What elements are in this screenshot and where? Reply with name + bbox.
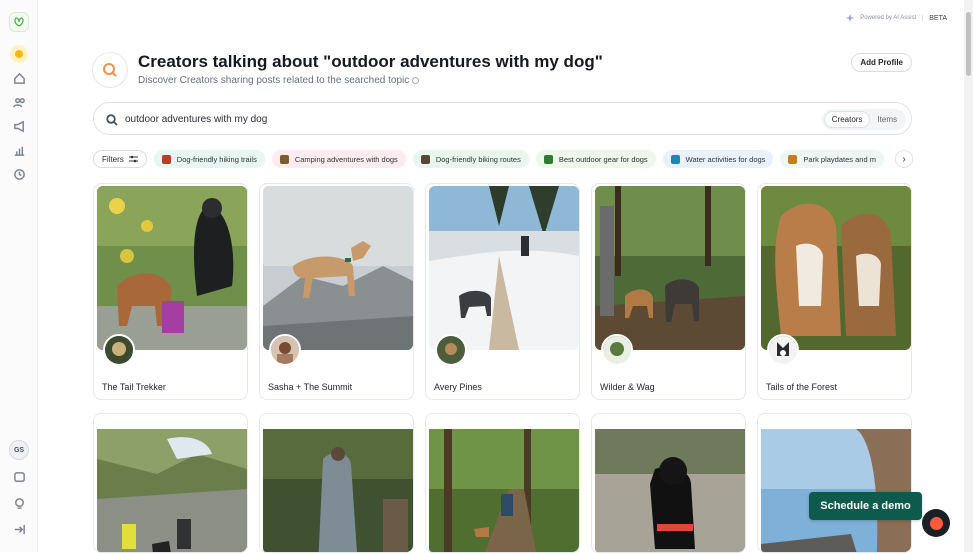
search-icon (106, 113, 118, 126)
creator-photo (263, 416, 413, 552)
chevron-right-icon[interactable]: › (895, 150, 913, 168)
powered-by-text: Powered by AI Assist (860, 15, 917, 21)
chat-icon[interactable] (9, 467, 29, 487)
creator-avatar (103, 334, 135, 366)
chip-water[interactable]: Water activities for dogs (662, 150, 774, 168)
creator-photo (97, 416, 247, 552)
chip-biking[interactable]: Dog-friendly biking routes (412, 150, 529, 168)
creator-photo (595, 186, 745, 350)
creator-photo (761, 186, 911, 350)
chip-label: Dog-friendly biking routes (435, 154, 521, 164)
creator-card[interactable] (259, 413, 414, 553)
chip-label: Dog-friendly hiking trails (176, 154, 257, 164)
creator-name[interactable]: Avery Pines (434, 382, 482, 392)
chip-label: Water activities for dogs (685, 154, 766, 164)
schedule-demo-button[interactable]: Schedule a demo (809, 492, 922, 520)
creator-photo (429, 186, 579, 350)
creator-photo (761, 416, 911, 552)
creator-name[interactable]: The Tail Trekker (102, 382, 166, 392)
creator-avatar (435, 334, 467, 366)
chip-label: Best outdoor gear for dogs (558, 154, 648, 164)
ai-assist-banner: Powered by AI Assist BETA (846, 14, 947, 22)
subtitle-text: Discover Creators sharing posts related … (138, 75, 410, 86)
creator-card[interactable] (591, 413, 746, 553)
chip-camping[interactable]: Camping adventures with dogs (271, 150, 406, 168)
view-toggle: Creators Items (821, 109, 906, 130)
search-topic-icon (92, 52, 128, 88)
creator-photo (263, 186, 413, 350)
sparkle-icon (846, 14, 855, 22)
user-avatar[interactable]: GS (9, 440, 29, 460)
creator-photo (429, 416, 579, 552)
chip-park-playdates[interactable]: Park playdates and m (780, 150, 884, 168)
scrollbar-thumb[interactable] (966, 12, 971, 76)
tent-icon (279, 154, 289, 164)
megaphone-icon[interactable] (9, 116, 29, 136)
chat-launcher-icon[interactable] (922, 509, 950, 537)
creator-photo (97, 186, 247, 350)
search-bar[interactable]: outdoor adventures with my dog Creators … (93, 102, 912, 135)
creator-name[interactable]: Wilder & Wag (600, 382, 655, 392)
beta-badge: BETA (922, 14, 947, 22)
tab-items[interactable]: Items (870, 112, 904, 127)
bike-icon (420, 154, 430, 164)
creator-card[interactable]: The Tail Trekker (93, 183, 248, 400)
chip-gear[interactable]: Best outdoor gear for dogs (535, 150, 656, 168)
creator-card[interactable]: Tails of the Forest (757, 183, 912, 400)
collapse-icon[interactable] (9, 519, 29, 539)
creator-card[interactable]: Sasha + The Summit (259, 183, 414, 400)
add-profile-button[interactable]: Add Profile (851, 53, 912, 72)
wave-icon (670, 154, 680, 164)
info-icon[interactable] (412, 76, 420, 84)
users-icon[interactable] (9, 92, 29, 112)
page-subtitle: Discover Creators sharing posts related … (138, 75, 420, 86)
sidebar: GS (0, 0, 38, 552)
filters-label: Filters (102, 154, 124, 164)
creator-card[interactable] (93, 413, 248, 553)
search-input[interactable]: outdoor adventures with my dog (125, 114, 267, 125)
filters-button[interactable]: Filters (93, 150, 147, 168)
home-icon[interactable] (9, 68, 29, 88)
tab-creators[interactable]: Creators (823, 111, 871, 128)
sun-icon[interactable] (10, 45, 28, 63)
chip-hiking-trails[interactable]: Dog-friendly hiking trails (153, 150, 265, 168)
creator-card[interactable] (425, 413, 580, 553)
creator-avatar (601, 334, 633, 366)
sliders-icon (128, 155, 138, 163)
tree-icon (543, 154, 553, 164)
creator-card[interactable] (757, 413, 912, 553)
chip-label: Camping adventures with dogs (294, 154, 398, 164)
topic-chips: Filters Dog-friendly hiking trails Campi… (93, 150, 913, 168)
creator-card[interactable]: Avery Pines (425, 183, 580, 400)
creator-avatar (269, 334, 301, 366)
creator-card[interactable]: Wilder & Wag (591, 183, 746, 400)
bulb-icon[interactable] (9, 493, 29, 513)
chart-icon[interactable] (9, 140, 29, 160)
paw-icon (161, 154, 171, 164)
creator-name[interactable]: Tails of the Forest (766, 382, 837, 392)
creator-avatar (767, 334, 799, 366)
dog-icon (788, 154, 798, 164)
app-logo-icon[interactable] (9, 12, 29, 32)
creator-photo (595, 416, 745, 552)
creator-name[interactable]: Sasha + The Summit (268, 382, 352, 392)
chip-label: Park playdates and m (803, 154, 876, 164)
scrollbar[interactable] (964, 0, 973, 552)
page-title: Creators talking about "outdoor adventur… (138, 52, 603, 71)
clock-icon[interactable] (9, 164, 29, 184)
